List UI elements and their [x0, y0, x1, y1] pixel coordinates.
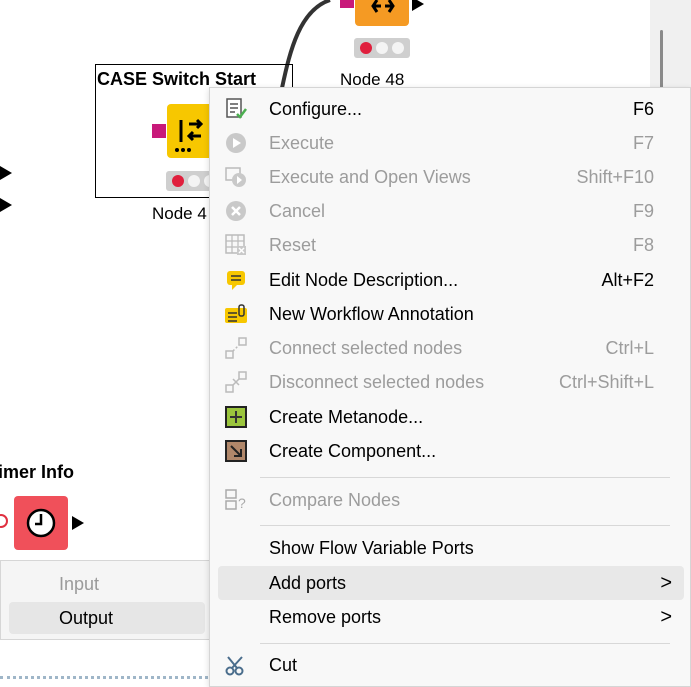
metanode-icon [224, 405, 248, 429]
component-icon [224, 439, 248, 463]
menu-item-cut[interactable]: Cut [218, 648, 684, 682]
execute-icon [224, 131, 248, 155]
timer-info-icon[interactable] [14, 496, 68, 550]
annotation-icon [224, 302, 248, 326]
menu-item-disconnect-selected-nodes[interactable]: Disconnect selected nodes Ctrl+Shift+L [218, 365, 684, 399]
submenu-chevron-icon: > [660, 605, 672, 628]
menu-item-new-workflow-annotation[interactable]: New Workflow Annotation [218, 297, 684, 331]
menu-item-show-flow-variable-ports[interactable]: Show Flow Variable Ports [218, 531, 684, 565]
node48-input-port[interactable] [340, 0, 354, 8]
node-context-menu: Configure... F6 Execute F7 Execute and O… [209, 87, 691, 687]
menu-item-create-metanode[interactable]: Create Metanode... [218, 400, 684, 434]
output-port-arrow[interactable] [0, 198, 12, 212]
timer-info-title: imer Info [0, 462, 75, 482]
menu-item-create-component[interactable]: Create Component... [218, 434, 684, 468]
node4-label: Node 4 [152, 204, 207, 223]
menu-item-add-ports[interactable]: Add ports > [218, 566, 684, 600]
port-item-output[interactable]: Output [9, 602, 205, 634]
menu-item-edit-node-description[interactable]: Edit Node Description... Alt+F2 [218, 263, 684, 297]
menu-item-compare-nodes[interactable]: ? Compare Nodes [218, 483, 684, 517]
menu-item-reset[interactable]: Reset F8 [218, 228, 684, 262]
submenu-chevron-icon: > [660, 571, 672, 594]
connect-nodes-icon [224, 336, 248, 360]
menu-item-remove-ports[interactable]: Remove ports > [218, 600, 684, 634]
menu-separator [260, 643, 670, 644]
menu-separator [260, 477, 670, 478]
annotation-border [0, 676, 208, 679]
timer-output-port[interactable] [72, 516, 84, 530]
compare-nodes-icon: ? [224, 488, 248, 512]
reset-icon [224, 233, 248, 257]
cancel-icon [224, 199, 248, 223]
node48-icon[interactable] [355, 0, 409, 26]
node48-status-light [354, 38, 410, 58]
menu-item-connect-selected-nodes[interactable]: Connect selected nodes Ctrl+L [218, 331, 684, 365]
menu-item-execute-open-views[interactable]: Execute and Open Views Shift+F10 [218, 160, 684, 194]
svg-text:?: ? [238, 495, 246, 511]
menu-item-execute[interactable]: Execute F7 [218, 126, 684, 160]
port-type-submenu: Input Output [0, 560, 212, 640]
edit-description-icon [224, 268, 248, 292]
menu-separator [260, 525, 670, 526]
port-item-input: Input [59, 574, 100, 594]
scissors-icon [224, 653, 248, 677]
configure-icon [224, 97, 248, 121]
menu-item-configure[interactable]: Configure... F6 [218, 92, 684, 126]
disconnect-nodes-icon [224, 370, 248, 394]
menu-item-cancel[interactable]: Cancel F9 [218, 194, 684, 228]
output-port-arrow[interactable] [0, 166, 12, 180]
execute-open-views-icon [224, 165, 248, 189]
node48-output-port[interactable] [412, 0, 424, 11]
node4-input-port[interactable] [152, 124, 166, 138]
